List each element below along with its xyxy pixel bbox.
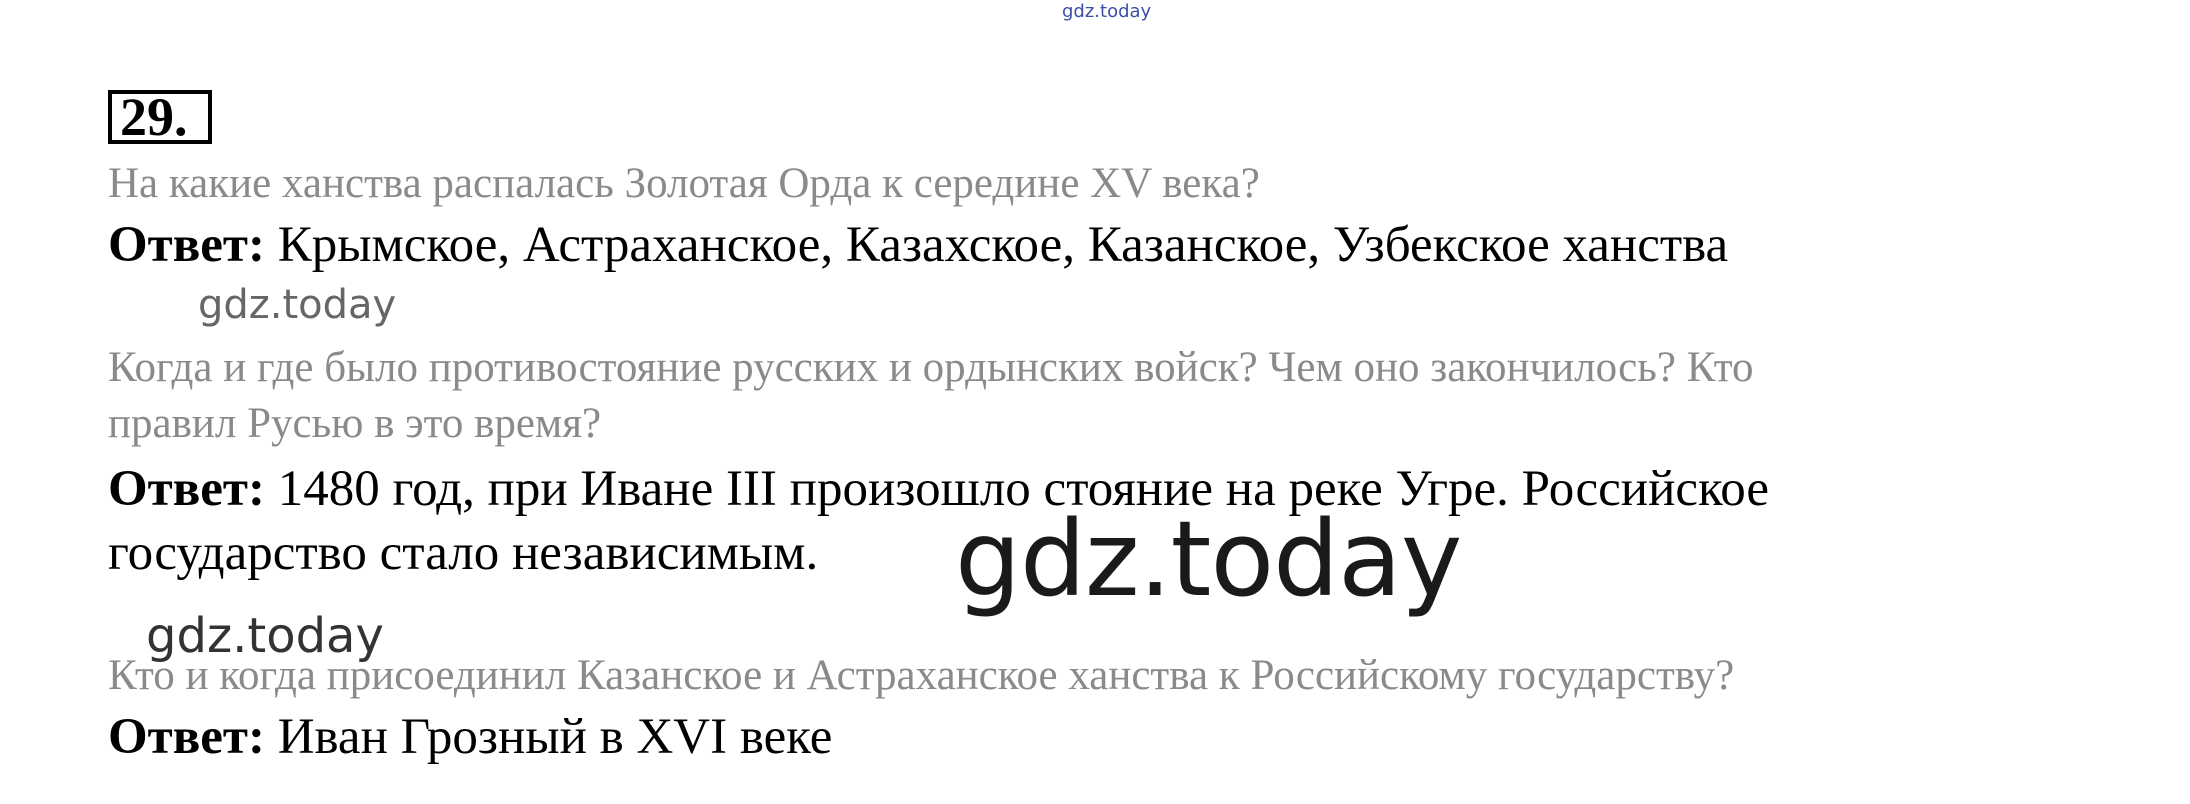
question-2-line-2: правил Русью в это время? [108,400,602,447]
answer-3: Ответ: Иван Грозный в XVI веке [108,704,832,770]
answer-2-line-1: Ответ: 1480 год, при Иване III произошло… [108,456,1769,522]
question-3: Кто и когда присоединил Казанское и Астр… [108,652,1735,699]
watermark-top: gdz.today [1062,1,1152,22]
answer-label: Ответ: [108,709,265,765]
answer-2-line-2: государство стало независимым. [108,525,819,581]
answer-label: Ответ: [108,217,265,273]
watermark-large: gdz.today [955,498,1462,620]
answer-text: Иван Грозный в XVI веке [277,709,833,765]
question-2-line-1: Когда и где было противостояние русских … [108,344,1754,391]
answer-text: Крымское, Астраханское, Казахское, Казан… [277,217,1729,273]
answer-1: Ответ: Крымское, Астраханское, Казахское… [108,212,1728,278]
answer-label: Ответ: [108,461,265,517]
task-number: 29. [108,90,212,144]
question-1: На какие ханства распалась Золотая Орда … [108,160,1260,207]
page: { "watermark_top": "gdz.today", "task_nu… [0,0,2190,804]
watermark-small: gdz.today [198,282,397,328]
